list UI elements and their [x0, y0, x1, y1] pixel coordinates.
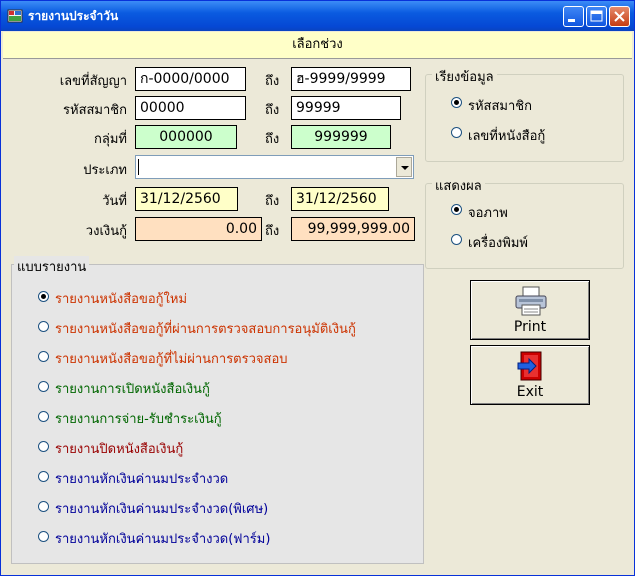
- date-to-input[interactable]: 31/12/2560: [291, 187, 389, 211]
- minimize-button[interactable]: [563, 6, 584, 27]
- loan-amount-label: วงเงินกู้: [85, 224, 127, 239]
- contract-no-to-input[interactable]: ฮ-9999/9999: [291, 67, 411, 91]
- type-select[interactable]: [135, 155, 414, 179]
- chevron-down-icon[interactable]: [396, 157, 412, 177]
- radio-icon[interactable]: [38, 321, 49, 332]
- member-code-to-label: ถึง: [265, 103, 280, 118]
- radio-icon[interactable]: [451, 234, 462, 245]
- loan-amount-to-input[interactable]: 99,999,999.00: [291, 217, 415, 241]
- radio-icon[interactable]: [38, 381, 49, 392]
- date-label: วันที่: [102, 194, 127, 209]
- group-to-label: ถึง: [265, 132, 280, 147]
- report-option-label: รายงานการจ่าย-รับชำระเงินกู้: [55, 412, 222, 427]
- report-option-label: รายงานหักเงินค่านมประจำงวด(ฟาร์ม): [55, 532, 271, 547]
- close-icon: [614, 11, 625, 22]
- report-type-group: แบบรายงาน รายงานหนังสือขอกู้ใหม่ รายงานห…: [11, 256, 424, 564]
- sort-group: เรียงข้อมูล รหัสสมาชิก เลขที่หนังสือกู้: [425, 66, 624, 162]
- radio-icon[interactable]: [38, 471, 49, 482]
- sort-group-title: เรียงข้อมูล: [432, 66, 497, 87]
- radio-icon[interactable]: [451, 204, 462, 215]
- main-panel: เลขที่สัญญา ก-0000/0000 ถึง ฮ-9999/9999 …: [3, 59, 632, 575]
- sort-option-label: เลขที่หนังสือกู้: [468, 129, 546, 144]
- contract-no-to-label: ถึง: [265, 74, 280, 89]
- report-option-label: รายงานหักเงินค่านมประจำงวด(พิเศษ): [55, 502, 269, 517]
- contract-no-from-input[interactable]: ก-0000/0000: [135, 67, 246, 91]
- maximize-button[interactable]: [586, 6, 607, 27]
- radio-icon[interactable]: [38, 501, 49, 512]
- loan-amount-to-label: ถึง: [265, 224, 280, 239]
- minimize-icon: [568, 19, 575, 22]
- title-bar[interactable]: รายงานประจำวัน: [1, 1, 634, 31]
- date-to-label: ถึง: [265, 194, 280, 209]
- group-to-input[interactable]: 999999: [291, 125, 391, 149]
- print-button-label: Print: [513, 319, 547, 335]
- report-option-label: รายงานการเปิดหนังสือเงินกู้: [55, 382, 210, 397]
- radio-icon[interactable]: [38, 351, 49, 362]
- radio-icon[interactable]: [451, 127, 462, 138]
- display-group-title: แสดงผล: [432, 175, 485, 196]
- app-icon: [7, 9, 23, 23]
- sort-option-label: รหัสสมาชิก: [468, 99, 532, 114]
- radio-icon[interactable]: [38, 441, 49, 452]
- loan-amount-from-input[interactable]: 0.00: [135, 217, 262, 241]
- radio-icon[interactable]: [38, 411, 49, 422]
- member-code-from-input[interactable]: 00000: [135, 96, 246, 120]
- printer-icon: [515, 286, 547, 316]
- window-title: รายงานประจำวัน: [28, 9, 119, 23]
- radio-icon[interactable]: [38, 291, 49, 302]
- report-option-label: รายงานหนังสือขอกู้ที่ผ่านการตรวจสอบการอน…: [55, 322, 356, 337]
- display-group: แสดงผล จอภาพ เครื่องพิมพ์: [425, 175, 624, 269]
- member-code-to-input[interactable]: 99999: [291, 96, 401, 120]
- exit-button-label: Exit: [516, 384, 544, 400]
- radio-icon[interactable]: [38, 531, 49, 542]
- print-button[interactable]: Print: [470, 280, 590, 340]
- group-from-input[interactable]: 000000: [135, 125, 237, 149]
- text-cursor: [138, 159, 139, 175]
- member-code-label: รหัสสมาชิก: [63, 103, 127, 118]
- contract-no-label: เลขที่สัญญา: [59, 74, 127, 89]
- maximize-icon: [590, 10, 603, 22]
- report-option-label: รายงานหนังสือขอกู้ใหม่: [55, 292, 188, 307]
- report-option-label: รายงานปิดหนังสือเงินกู้: [55, 442, 184, 457]
- report-type-title: แบบรายงาน: [14, 256, 90, 277]
- type-label: ประเภท: [83, 163, 127, 178]
- display-option-label: เครื่องพิมพ์: [468, 236, 528, 251]
- report-window: รายงานประจำวัน เลือกช่วง เลขที่สัญญา ก-0…: [0, 0, 635, 576]
- range-header: เลือกช่วง: [3, 32, 632, 59]
- report-option-label: รายงานหักเงินค่านมประจำงวด: [55, 472, 229, 487]
- report-option-label: รายงานหนังสือขอกู้ที่ไม่ผ่านการตรวจสอบ: [55, 352, 288, 367]
- exit-button[interactable]: Exit: [470, 345, 590, 405]
- close-button[interactable]: [609, 6, 630, 27]
- radio-icon[interactable]: [451, 97, 462, 108]
- date-from-input[interactable]: 31/12/2560: [135, 187, 238, 211]
- display-option-label: จอภาพ: [468, 206, 508, 221]
- group-label: กลุ่มที่: [94, 132, 127, 147]
- exit-icon: [517, 351, 542, 381]
